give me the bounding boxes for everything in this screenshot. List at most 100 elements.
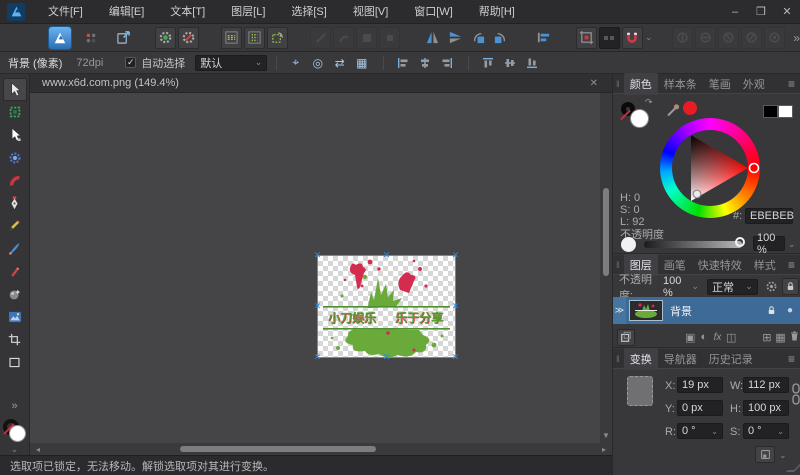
marquee-tool[interactable]: [3, 101, 27, 124]
menu-window[interactable]: 窗口[W]: [401, 0, 466, 24]
layer-thumbnail[interactable]: [629, 300, 663, 321]
menu-view[interactable]: 视图[V]: [340, 0, 401, 24]
auto-select-checkbox[interactable]: ✓: [125, 57, 136, 68]
flip-vertical-icon[interactable]: [445, 27, 466, 49]
node-tool[interactable]: [3, 124, 27, 147]
scroll-right-icon[interactable]: ▸: [598, 445, 610, 454]
align-left-icon[interactable]: [393, 54, 412, 71]
opacity-slider[interactable]: [644, 241, 742, 248]
tab-swatches[interactable]: 样本条: [658, 73, 703, 95]
layer-name[interactable]: 背景: [670, 303, 692, 319]
menu-select[interactable]: 选择[S]: [278, 0, 339, 24]
menu-help[interactable]: 帮助[H]: [466, 0, 528, 24]
alignment-icon[interactable]: [533, 27, 554, 49]
swap-colors-icon[interactable]: ↷: [645, 97, 653, 108]
settings-gear-red-icon[interactable]: [178, 27, 199, 49]
opacity-swatch[interactable]: [621, 237, 636, 252]
align-center-icon[interactable]: [415, 54, 434, 71]
tab-stroke[interactable]: 笔画: [703, 73, 737, 95]
x-input[interactable]: 19 px: [677, 377, 723, 393]
vertical-scrollbar[interactable]: [600, 93, 612, 443]
tab-close-icon[interactable]: ✕: [590, 78, 598, 89]
align-right-icon[interactable]: [437, 54, 456, 71]
transparency-tool[interactable]: [3, 283, 27, 306]
snap-options-box[interactable]: [599, 27, 620, 49]
canvas[interactable]: 小刀娱乐 小刀娱乐 乐于分享 乐于分享 ✕ ✕ ✕ ✕ ✕ ✕ ✕: [30, 93, 600, 443]
select-rotate-icon[interactable]: [267, 27, 288, 49]
new-layer-icon[interactable]: ⊞: [760, 331, 774, 344]
stroke-fill-selector[interactable]: [3, 419, 27, 442]
menu-text[interactable]: 文本[T]: [157, 0, 218, 24]
hex-input[interactable]: EBEBEB: [745, 208, 793, 224]
vertical-scroll-thumb[interactable]: [603, 188, 609, 276]
align-middle-icon[interactable]: [500, 54, 519, 71]
more-tools-icon[interactable]: »: [3, 395, 27, 418]
align-bottom-icon[interactable]: [522, 54, 541, 71]
layer-effects-icon[interactable]: fx: [711, 332, 725, 343]
panel-grip-icon[interactable]: ‖: [616, 260, 620, 270]
color-dots-icon[interactable]: [81, 27, 102, 49]
handle-bottom-right[interactable]: ✕: [451, 353, 460, 362]
opacity-value[interactable]: 100 %: [753, 236, 785, 251]
tab-quick-fx[interactable]: 快速特效: [692, 254, 748, 276]
preset-dropdown[interactable]: 默认 ⌄: [195, 55, 267, 71]
handle-middle-left[interactable]: ✕: [313, 302, 322, 311]
horizontal-scroll-thumb[interactable]: [180, 446, 376, 452]
y-input[interactable]: 0 px: [677, 400, 723, 416]
panel-menu-icon[interactable]: ≡: [788, 77, 795, 91]
designer-persona-button[interactable]: [48, 26, 72, 50]
anchor-point-selector[interactable]: [627, 376, 653, 406]
delete-layer-icon[interactable]: [787, 330, 800, 345]
transform-separately-icon[interactable]: ▦: [352, 54, 371, 71]
tab-color[interactable]: 颜色: [624, 73, 658, 95]
handle-middle-right[interactable]: ✕: [451, 302, 460, 311]
tab-appearance[interactable]: 外观: [737, 73, 771, 95]
flip-horizontal-icon[interactable]: [422, 27, 443, 49]
h-input[interactable]: 100 px: [743, 400, 789, 416]
snap-magnet-icon[interactable]: [622, 27, 643, 49]
opacity-slider-knob[interactable]: [735, 237, 745, 247]
select-marquee-icon[interactable]: [221, 27, 242, 49]
fill-color-icon[interactable]: [9, 425, 26, 442]
menu-layer[interactable]: 图层[L]: [218, 0, 278, 24]
edit-all-layers-button[interactable]: [617, 329, 635, 346]
triangle-selector[interactable]: [693, 190, 701, 198]
pen-tool[interactable]: [3, 192, 27, 215]
mask-layer-icon[interactable]: ▣: [683, 331, 697, 344]
pencil-tool[interactable]: [3, 215, 27, 238]
panel-menu-icon[interactable]: ≡: [788, 258, 795, 272]
fill-tool[interactable]: [3, 260, 27, 283]
panel-menu-icon[interactable]: ≡: [788, 352, 795, 366]
layer-expand-icon[interactable]: ≫: [613, 297, 626, 324]
transform-origin-icon[interactable]: ⌖: [286, 54, 305, 71]
tab-transform[interactable]: 变换: [624, 348, 658, 370]
tab-brushes[interactable]: 画笔: [658, 254, 692, 276]
cycle-selection-icon[interactable]: ◎: [308, 54, 327, 71]
move-tool[interactable]: [3, 78, 27, 101]
tab-history[interactable]: 历史记录: [703, 348, 759, 370]
handle-top-center[interactable]: ✕: [382, 251, 391, 260]
place-image-tool[interactable]: [3, 305, 27, 328]
export-persona-button[interactable]: [113, 27, 134, 49]
new-pixel-layer-icon[interactable]: ▦: [774, 331, 788, 344]
document-tab[interactable]: www.x6d.com.png (149.4%): [30, 77, 191, 89]
rotation-input[interactable]: 0 °⌄: [677, 423, 723, 439]
picked-color-swatch[interactable]: [683, 101, 697, 115]
toolbar-overflow-icon[interactable]: »: [793, 31, 800, 45]
tab-styles[interactable]: 样式: [748, 254, 782, 276]
panel-resize-grip[interactable]: [786, 464, 800, 472]
opacity-chevron-icon[interactable]: ⌄: [788, 239, 796, 250]
layer-lock-icon[interactable]: [766, 305, 777, 316]
snap-chevron-icon[interactable]: ⌄: [645, 32, 653, 43]
layer-visibility-toggle[interactable]: ●: [787, 305, 793, 316]
transform-mode-chevron-icon[interactable]: ⌄: [779, 450, 787, 461]
panel-grip-icon[interactable]: ‖: [616, 354, 620, 364]
vector-brush-tool[interactable]: [3, 237, 27, 260]
colorwell-chevron-icon[interactable]: ⌄: [11, 444, 19, 455]
handle-bottom-center[interactable]: ✕: [382, 353, 391, 362]
tab-navigator[interactable]: 导航器: [658, 348, 703, 370]
blend-mode-dropdown[interactable]: 正常 ⌄: [707, 279, 758, 295]
scroll-left-icon[interactable]: ◂: [32, 445, 44, 454]
hsl-triangle[interactable]: [660, 118, 760, 218]
fill-stroke-wells[interactable]: ↷: [621, 100, 657, 132]
